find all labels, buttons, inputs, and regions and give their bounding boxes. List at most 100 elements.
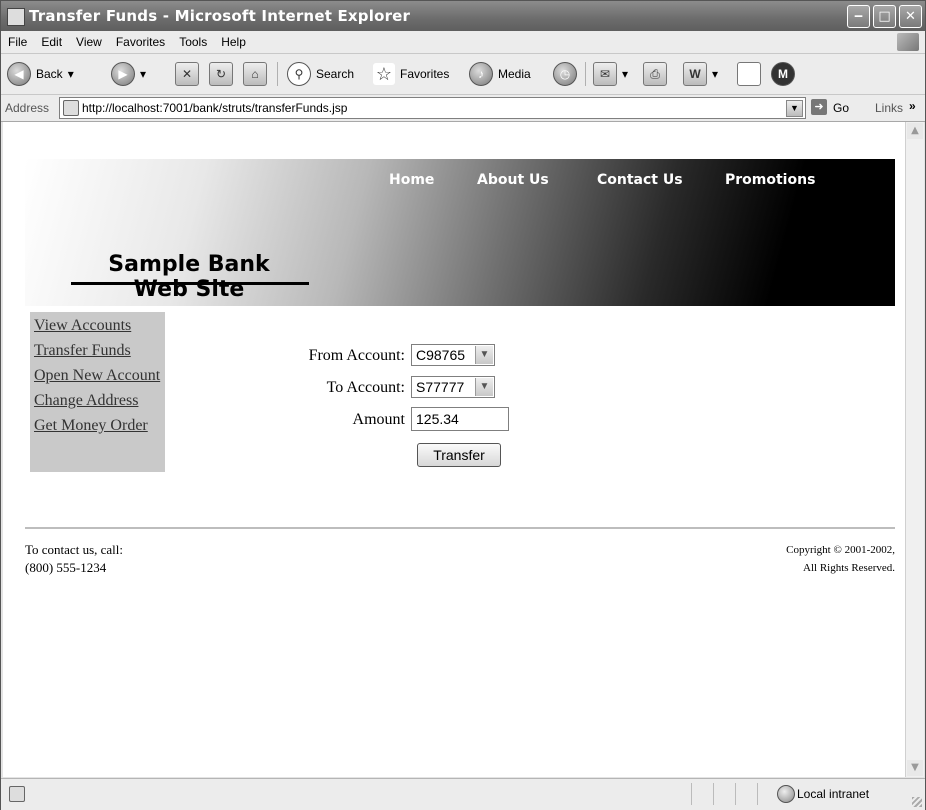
menu-favorites[interactable]: Favorites bbox=[109, 31, 172, 49]
mail-icon: ✉ bbox=[593, 62, 617, 86]
chevron-down-icon: ▼ bbox=[475, 378, 493, 396]
from-account-value: C98765 bbox=[416, 347, 466, 363]
stop-button[interactable]: ✕ bbox=[175, 61, 199, 87]
address-input[interactable]: http://localhost:7001/bank/struts/transf… bbox=[59, 97, 806, 119]
menu-file[interactable]: File bbox=[1, 31, 34, 49]
sidebar-item-transfer-funds[interactable]: Transfer Funds bbox=[34, 341, 165, 360]
links-button[interactable]: Links bbox=[875, 101, 903, 115]
search-icon: ⚲ bbox=[287, 62, 311, 86]
discuss-button[interactable] bbox=[737, 61, 761, 87]
logo-line-1: Sample Bank bbox=[108, 252, 270, 277]
browser-window: Transfer Funds - Microsoft Internet Expl… bbox=[0, 0, 926, 810]
back-label: Back bbox=[36, 67, 63, 81]
chevron-right-icon[interactable]: » bbox=[909, 99, 916, 113]
favorites-label: Favorites bbox=[400, 67, 450, 81]
search-button[interactable]: ⚲ Search bbox=[287, 61, 354, 87]
logo-line-2: Web Site bbox=[133, 277, 245, 302]
edit-button[interactable]: W ▾ bbox=[683, 61, 718, 87]
address-label: Address bbox=[5, 101, 50, 115]
home-button[interactable]: ⌂ bbox=[243, 61, 267, 87]
sidebar-menu: View Accounts Transfer Funds Open New Ac… bbox=[30, 312, 165, 472]
messenger-icon: M bbox=[771, 62, 795, 86]
page-viewport: Home About Us Contact Us Promotions Samp… bbox=[3, 122, 905, 777]
transfer-button[interactable]: Transfer bbox=[417, 443, 501, 467]
forward-dropdown-icon[interactable]: ▾ bbox=[140, 67, 146, 81]
status-bar: Local intranet bbox=[1, 778, 925, 810]
status-divider bbox=[757, 783, 758, 805]
scroll-up-icon[interactable]: ▲ bbox=[907, 123, 923, 139]
menu-edit[interactable]: Edit bbox=[34, 31, 69, 49]
logo-underline bbox=[71, 282, 309, 285]
site-logo: Sample Bank Web Site bbox=[69, 252, 309, 302]
copyright-line-1: Copyright © 2001-2002, bbox=[786, 544, 895, 556]
vertical-scrollbar[interactable]: ▲ ▼ bbox=[905, 122, 924, 777]
from-account-select[interactable]: C98765 ▼ bbox=[411, 344, 495, 366]
window-title: Transfer Funds - Microsoft Internet Expl… bbox=[29, 7, 411, 25]
printer-icon: ⎙ bbox=[643, 62, 667, 86]
intranet-zone-icon bbox=[777, 785, 795, 803]
footer-contact-line-1: To contact us, call: bbox=[25, 542, 124, 557]
status-divider bbox=[713, 783, 714, 805]
menu-view[interactable]: View bbox=[69, 31, 109, 49]
address-url: http://localhost:7001/bank/struts/transf… bbox=[82, 101, 348, 115]
to-account-value: S77777 bbox=[416, 379, 465, 395]
copyright-line-2: All Rights Reserved. bbox=[803, 562, 895, 574]
sidebar-item-view-accounts[interactable]: View Accounts bbox=[34, 316, 165, 335]
to-account-label: To Account: bbox=[326, 379, 405, 396]
menu-help[interactable]: Help bbox=[214, 31, 253, 49]
home-icon: ⌂ bbox=[243, 62, 267, 86]
favorites-button[interactable]: ☆ Favorites bbox=[373, 61, 449, 87]
go-button[interactable]: Go bbox=[833, 101, 849, 115]
toolbar-separator bbox=[277, 62, 278, 86]
minimize-button[interactable]: ‒ bbox=[847, 5, 870, 28]
footer-contact-phone: (800) 555-1234 bbox=[25, 560, 107, 575]
resize-grip-icon[interactable] bbox=[912, 797, 922, 807]
back-button[interactable]: ◀ Back ▾ bbox=[7, 61, 74, 87]
menu-tools[interactable]: Tools bbox=[172, 31, 214, 49]
stop-icon: ✕ bbox=[175, 62, 199, 86]
close-button[interactable]: ✕ bbox=[899, 5, 922, 28]
refresh-button[interactable]: ↻ bbox=[209, 61, 233, 87]
security-zone: Local intranet bbox=[797, 787, 870, 801]
title-bar: Transfer Funds - Microsoft Internet Expl… bbox=[1, 1, 925, 31]
address-bar: Address http://localhost:7001/bank/strut… bbox=[1, 95, 925, 122]
mail-dropdown-icon[interactable]: ▾ bbox=[622, 67, 628, 81]
sidebar-item-open-new-account[interactable]: Open New Account bbox=[34, 366, 165, 385]
ie-page-icon bbox=[7, 8, 25, 26]
sidebar-item-change-address[interactable]: Change Address bbox=[34, 391, 165, 410]
nav-promotions-link[interactable]: Promotions bbox=[725, 172, 815, 188]
edit-dropdown-icon[interactable]: ▾ bbox=[712, 67, 718, 81]
messenger-button[interactable]: M bbox=[771, 61, 795, 87]
maximize-button[interactable]: □ bbox=[873, 5, 896, 28]
refresh-icon: ↻ bbox=[209, 62, 233, 86]
amount-label: Amount bbox=[352, 411, 405, 428]
amount-input[interactable]: 125.34 bbox=[411, 407, 509, 431]
word-icon: W bbox=[683, 62, 707, 86]
search-label: Search bbox=[316, 67, 355, 81]
back-dropdown-icon[interactable]: ▾ bbox=[68, 67, 74, 81]
history-button[interactable]: ◷ bbox=[553, 61, 577, 87]
address-dropdown-icon[interactable]: ▼ bbox=[786, 100, 803, 117]
nav-home-link[interactable]: Home bbox=[389, 172, 434, 188]
status-divider bbox=[735, 783, 736, 805]
mail-button[interactable]: ✉ ▾ bbox=[593, 61, 628, 87]
windows-logo-icon bbox=[897, 33, 919, 51]
blank-page-icon bbox=[737, 62, 761, 86]
go-arrow-icon[interactable]: ➜ bbox=[811, 99, 827, 115]
star-icon: ☆ bbox=[373, 63, 395, 85]
page-icon bbox=[63, 100, 79, 116]
to-account-select[interactable]: S77777 ▼ bbox=[411, 376, 495, 398]
scroll-down-icon[interactable]: ▼ bbox=[907, 760, 923, 776]
sidebar-item-get-money-order[interactable]: Get Money Order bbox=[34, 416, 165, 435]
media-icon: ♪ bbox=[469, 62, 493, 86]
back-arrow-icon: ◀ bbox=[7, 62, 31, 86]
status-page-icon bbox=[9, 786, 25, 802]
nav-contact-link[interactable]: Contact Us bbox=[597, 172, 683, 188]
nav-about-link[interactable]: About Us bbox=[477, 172, 549, 188]
footer-copyright: Copyright © 2001-2002, All Rights Reserv… bbox=[643, 541, 895, 577]
toolbar-separator-2 bbox=[585, 62, 586, 86]
forward-button[interactable]: ▶ ▾ bbox=[111, 61, 146, 87]
status-divider bbox=[691, 783, 692, 805]
media-button[interactable]: ♪ Media bbox=[469, 61, 531, 87]
print-button[interactable]: ⎙ bbox=[643, 61, 667, 87]
